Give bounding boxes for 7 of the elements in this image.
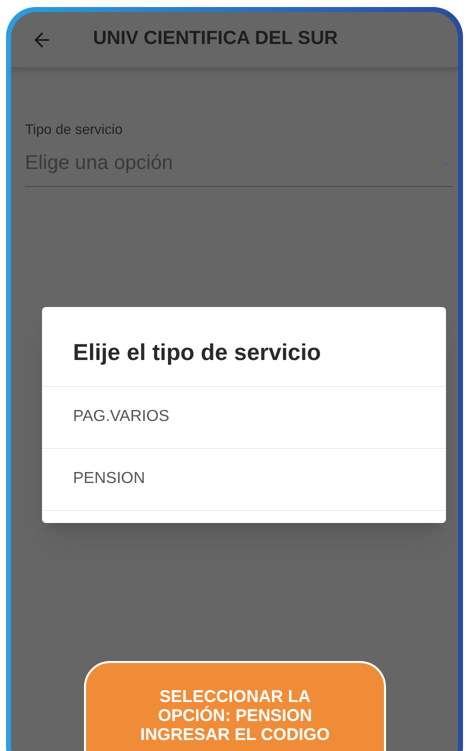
callout-text: INGRESAR EL CODIGO xyxy=(140,725,330,744)
app-title: UNIV CIENTIFICA DEL SUR xyxy=(93,27,338,52)
dialog-option[interactable]: PENSION xyxy=(42,448,446,510)
callout-text: OPCIÓN: PENSION xyxy=(158,706,312,725)
callout-text: SELECCIONAR LA xyxy=(159,687,311,706)
dialog-option[interactable]: PAG.VARIOS xyxy=(42,386,446,448)
field-label: Tipo de servicio xyxy=(25,120,124,139)
